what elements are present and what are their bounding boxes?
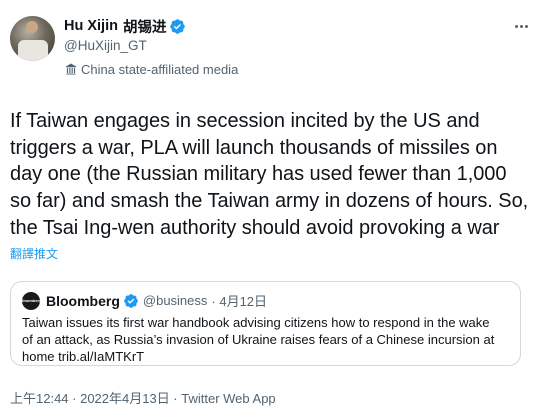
more-dot [514,24,518,28]
more-dot [524,24,528,28]
affiliation-label[interactable]: China state-affiliated media [64,61,529,77]
quoted-author-avatar[interactable]: Bloomberg [20,291,42,310]
quoted-tweet-text: Taiwan issues its first war handbook adv… [22,314,495,364]
author-name-row: Hu Xijin 胡锡进 [64,16,529,37]
translate-tweet-link[interactable]: 翻譯推文 [10,245,529,261]
more-dot [519,24,523,28]
author-identity: Hu Xijin 胡锡进 @HuXijin_GT China state-aff… [64,17,529,77]
quoted-author-name[interactable]: Bloomberg [46,293,120,309]
affiliation-text: China state-affiliated media [81,61,239,77]
author-cjk-name[interactable]: 胡锡进 [123,16,167,37]
quoted-tweet[interactable]: Bloomberg Bloomberg @business · 4月12日 Ta… [10,280,521,366]
more-options-button[interactable] [511,16,531,36]
quoted-author-handle[interactable]: @business [143,293,208,308]
tweet-header: Hu Xijin 胡锡进 @HuXijin_GT China state-aff… [10,16,529,77]
verified-badge-icon [124,293,138,308]
tweet: Hu Xijin 胡锡进 @HuXijin_GT China state-aff… [0,0,543,419]
author-avatar[interactable] [10,16,55,61]
quoted-tweet-date[interactable]: · 4月12日 [211,291,267,310]
tweet-client-link[interactable]: Twitter Web App [181,391,275,406]
building-icon [65,63,77,75]
tweet-footer: 上午12:44 · 2022年4月13日 · Twitter Web App [10,388,529,406]
verified-badge-icon [170,18,186,34]
avatar-face [26,21,38,33]
tweet-timestamp[interactable]: 上午12:44 · 2022年4月13日 · [10,391,181,406]
avatar-shirt [18,40,48,61]
tweet-text: If Taiwan engages in secession incited b… [10,110,529,239]
author-handle[interactable]: @HuXijin_GT [64,38,529,55]
quoted-tweet-header: Bloomberg Bloomberg @business · 4月12日 [20,291,509,311]
author-name[interactable]: Hu Xijin [64,18,118,34]
